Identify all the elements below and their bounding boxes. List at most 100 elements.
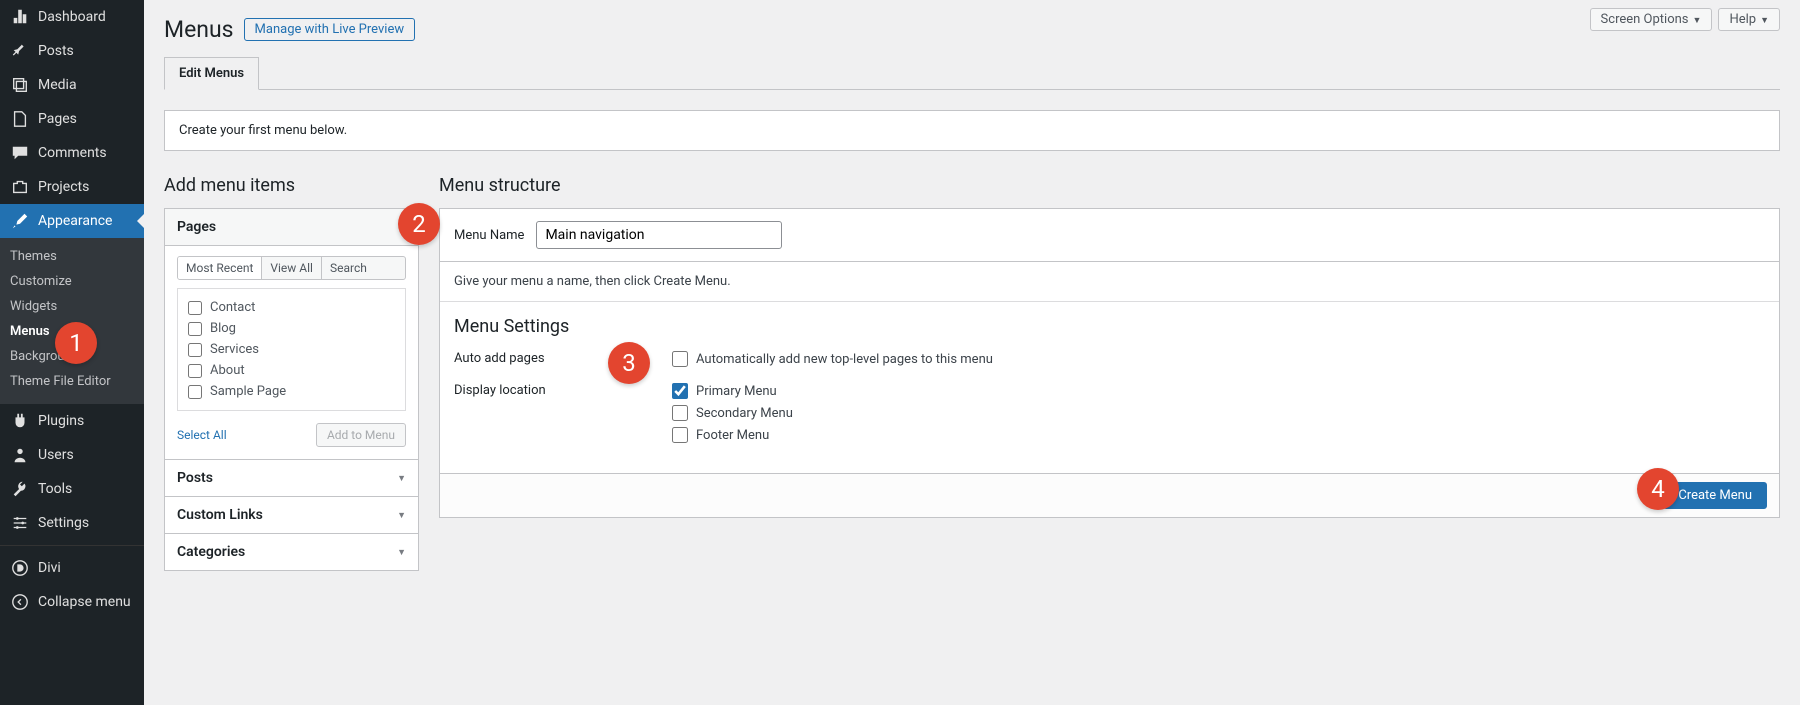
sidebar-item-appearance[interactable]: Appearance [0,204,144,238]
screen-options-toggle[interactable]: Screen Options▼ [1590,8,1713,31]
accordion-head-pages[interactable]: Pages [165,209,418,246]
left-column-title: Add menu items [164,175,419,196]
add-to-menu-button[interactable]: Add to Menu [316,423,406,447]
sidebar-item-projects[interactable]: Projects [0,170,144,204]
annotation-badge-4: 4 [1637,468,1679,510]
sidebar-label: Posts [38,43,74,59]
menu-settings-heading: Menu Settings [454,316,1765,337]
page-item[interactable]: Services [188,339,395,360]
chevron-down-icon: ▼ [397,510,406,521]
divi-icon [10,558,30,578]
menu-structure-column: Menu structure Menu Name Give your menu … [439,175,1780,518]
comment-icon [10,143,30,163]
location-option-secondary[interactable]: Secondary Menu [672,405,793,421]
page-checkbox[interactable] [188,343,202,357]
page-item[interactable]: Contact [188,297,395,318]
tab-edit-menus[interactable]: Edit Menus [164,57,259,90]
pages-checkbox-list: Contact Blog Services About Sample Page [177,288,406,411]
sidebar-label: Dashboard [38,9,106,25]
add-menu-items-column: Add menu items 2 Pages Most Recent View … [164,175,419,571]
sidebar-label: Media [38,77,77,93]
main-content: Screen Options▼ Help▼ Menus Manage with … [144,0,1800,705]
media-icon [10,75,30,95]
annotation-badge-1: 1 [55,322,97,364]
submenu-theme-file-editor[interactable]: Theme File Editor [0,369,144,394]
tab-bar: Edit Menus [164,57,1780,90]
sidebar-item-users[interactable]: Users [0,438,144,472]
auto-add-checkbox[interactable] [672,351,688,367]
select-all-link[interactable]: Select All [177,428,227,442]
sidebar-item-plugins[interactable]: Plugins [0,404,144,438]
notice: Create your first menu below. [164,110,1780,151]
sidebar-label: Appearance [38,213,112,229]
pin-icon [10,41,30,61]
sidebar-item-posts[interactable]: Posts [0,34,144,68]
chevron-down-icon: ▼ [397,547,406,558]
annotation-badge-2: 2 [398,203,440,245]
location-checkbox[interactable] [672,405,688,421]
page-checkbox[interactable] [188,301,202,315]
sidebar-item-pages[interactable]: Pages [0,102,144,136]
sidebar-item-dashboard[interactable]: Dashboard [0,0,144,34]
mini-tab-view-all[interactable]: View All [262,257,322,279]
menu-structure-box: Menu Name Give your menu a name, then cl… [439,208,1780,518]
submenu-widgets[interactable]: Widgets [0,294,144,319]
location-option-primary[interactable]: Primary Menu [672,383,793,399]
mini-tab-most-recent[interactable]: Most Recent [178,257,262,279]
accordion-head-categories[interactable]: Categories▼ [165,533,418,570]
portfolio-icon [10,177,30,197]
page-item[interactable]: Sample Page [188,381,395,402]
sliders-icon [10,513,30,533]
location-checkbox[interactable] [672,427,688,443]
page-item[interactable]: About [188,360,395,381]
accordion-body-pages: Most Recent View All Search Contact Blog… [165,246,418,459]
location-option-footer[interactable]: Footer Menu [672,427,793,443]
page-item[interactable]: Blog [188,318,395,339]
submenu-customize[interactable]: Customize [0,269,144,294]
page-checkbox[interactable] [188,364,202,378]
sidebar-label: Comments [38,145,107,161]
display-location-label: Display location [454,383,672,449]
chevron-down-icon: ▼ [1693,16,1702,26]
user-icon [10,445,30,465]
menu-name-input[interactable] [536,221,782,249]
sidebar-label: Tools [38,481,72,497]
sidebar-item-collapse[interactable]: Collapse menu [0,585,144,619]
accordion-head-custom-links[interactable]: Custom Links▼ [165,496,418,533]
chevron-down-icon: ▼ [1760,16,1769,26]
right-column-title: Menu structure [439,175,1780,196]
sidebar-label: Projects [38,179,89,195]
menu-hint: Give your menu a name, then click Create… [440,262,1779,301]
auto-add-option[interactable]: Automatically add new top-level pages to… [672,351,993,367]
top-utility-bar: Screen Options▼ Help▼ [1590,8,1780,31]
sidebar-item-settings[interactable]: Settings [0,506,144,540]
manage-live-preview-link[interactable]: Manage with Live Preview [244,18,416,41]
chevron-down-icon: ▼ [397,473,406,484]
page-checkbox[interactable] [188,385,202,399]
accordion-container: 2 Pages Most Recent View All Search Cont… [164,208,419,571]
submenu-themes[interactable]: Themes [0,244,144,269]
sidebar-label: Plugins [38,413,84,429]
menu-settings-section: 3 Menu Settings Auto add pages Automatic… [440,301,1779,473]
page-checkbox[interactable] [188,322,202,336]
sidebar-label: Collapse menu [38,594,131,610]
sidebar-item-comments[interactable]: Comments [0,136,144,170]
wrench-icon [10,479,30,499]
mini-tab-search[interactable]: Search [322,257,375,279]
pages-mini-tabs: Most Recent View All Search [177,256,406,280]
sidebar-label: Settings [38,515,89,531]
sidebar-label: Divi [38,560,61,576]
page-icon [10,109,30,129]
annotation-badge-3: 3 [608,342,650,384]
plugin-icon [10,411,30,431]
location-checkbox[interactable] [672,383,688,399]
brush-icon [10,211,30,231]
structure-footer: 4 Create Menu [440,473,1779,517]
help-toggle[interactable]: Help▼ [1718,8,1780,31]
sidebar-item-divi[interactable]: Divi [0,551,144,585]
sidebar-item-media[interactable]: Media [0,68,144,102]
sidebar-label: Users [38,447,74,463]
gauge-icon [10,7,30,27]
sidebar-item-tools[interactable]: Tools [0,472,144,506]
accordion-head-posts[interactable]: Posts▼ [165,459,418,496]
